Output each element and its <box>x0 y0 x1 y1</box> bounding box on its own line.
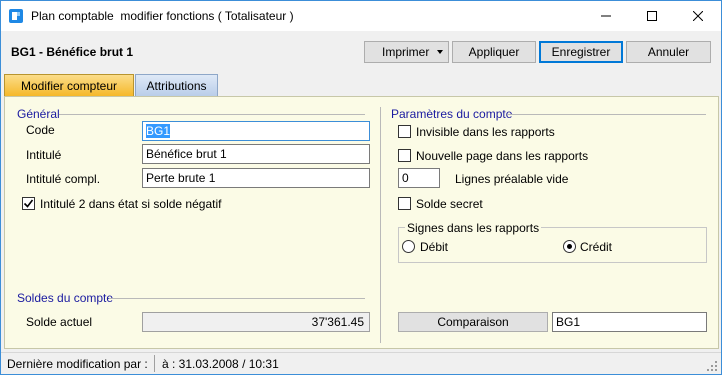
resize-grip-icon[interactable] <box>706 360 718 372</box>
secret-balance-checkbox-label: Solde secret <box>416 197 483 211</box>
general-group-title: Général <box>17 107 60 121</box>
code-label: Code <box>26 123 55 137</box>
minimize-icon <box>601 15 611 17</box>
invisible-checkbox[interactable] <box>398 125 411 138</box>
preceding-lines-input[interactable]: 0 <box>398 168 440 188</box>
last-modified-label: Dernière modification par : <box>7 357 148 371</box>
save-button[interactable]: Enregistrer <box>539 41 623 63</box>
invisible-checkbox-label: Invisible dans les rapports <box>416 125 555 139</box>
balances-group-divider <box>109 298 365 299</box>
balances-group-title: Soldes du compte <box>17 291 114 305</box>
print-button[interactable]: Imprimer <box>364 41 449 63</box>
tab-attributions[interactable]: Attributions <box>135 74 218 96</box>
print-button-label: Imprimer <box>382 45 430 59</box>
debit-radio-label: Débit <box>420 240 449 254</box>
intitule2-checkbox[interactable] <box>22 197 35 210</box>
dialog-window: Plan comptable modifier fonctions ( Tota… <box>0 0 722 375</box>
checkmark-icon <box>23 199 34 208</box>
radio-selected-dot <box>567 244 572 249</box>
secret-balance-checkbox[interactable] <box>398 197 411 210</box>
app-icon <box>9 9 23 23</box>
current-balance-field: 37'361.45 <box>142 312 370 332</box>
credit-radio-label: Crédit <box>580 240 613 254</box>
last-modified-time: à : 31.03.2008 / 10:31 <box>162 357 279 371</box>
intitule-compl-label: Intitulé compl. <box>26 172 101 186</box>
status-bar: Dernière modification par : à : 31.03.20… <box>1 352 721 374</box>
account-params-group-divider <box>507 114 706 115</box>
new-page-checkbox[interactable] <box>398 149 411 162</box>
account-params-group-title: Paramètres du compte <box>391 107 513 121</box>
current-balance-label: Solde actuel <box>26 315 93 329</box>
comparison-input[interactable]: BG1 <box>552 312 707 332</box>
minimize-button[interactable] <box>583 1 629 31</box>
column-divider <box>380 107 381 343</box>
close-icon <box>693 11 703 21</box>
apply-button[interactable]: Appliquer <box>452 41 536 63</box>
comparison-button[interactable]: Comparaison <box>398 312 548 332</box>
signs-group-title: Signes dans les rapports <box>405 221 542 235</box>
code-input[interactable]: BG1 <box>142 121 370 141</box>
intitule-compl-input[interactable]: Perte brute 1 <box>142 168 370 188</box>
maximize-button[interactable] <box>629 1 675 31</box>
debit-radio[interactable] <box>402 240 415 253</box>
close-button[interactable] <box>675 1 721 31</box>
cancel-button[interactable]: Annuler <box>626 41 711 63</box>
intitule2-checkbox-label: Intitulé 2 dans état si solde négatif <box>40 197 222 211</box>
intitule-label: Intitulé <box>26 148 62 162</box>
new-page-checkbox-label: Nouvelle page dans les rapports <box>416 149 589 163</box>
dropdown-arrow-icon[interactable] <box>437 50 443 54</box>
intitule-input[interactable]: Bénéfice brut 1 <box>142 144 370 164</box>
code-value: BG1 <box>146 124 171 138</box>
preceding-lines-label: Lignes préalable vide <box>455 172 569 186</box>
status-separator <box>154 355 155 372</box>
general-group-divider <box>59 114 365 115</box>
tab-modify-counter[interactable]: Modifier compteur <box>4 74 134 96</box>
credit-radio[interactable] <box>563 240 576 253</box>
maximize-icon <box>647 11 657 21</box>
record-title: BG1 - Bénéfice brut 1 <box>11 45 134 59</box>
window-title: Plan comptable modifier fonctions ( Tota… <box>31 9 294 23</box>
title-bar: Plan comptable modifier fonctions ( Tota… <box>1 1 721 31</box>
